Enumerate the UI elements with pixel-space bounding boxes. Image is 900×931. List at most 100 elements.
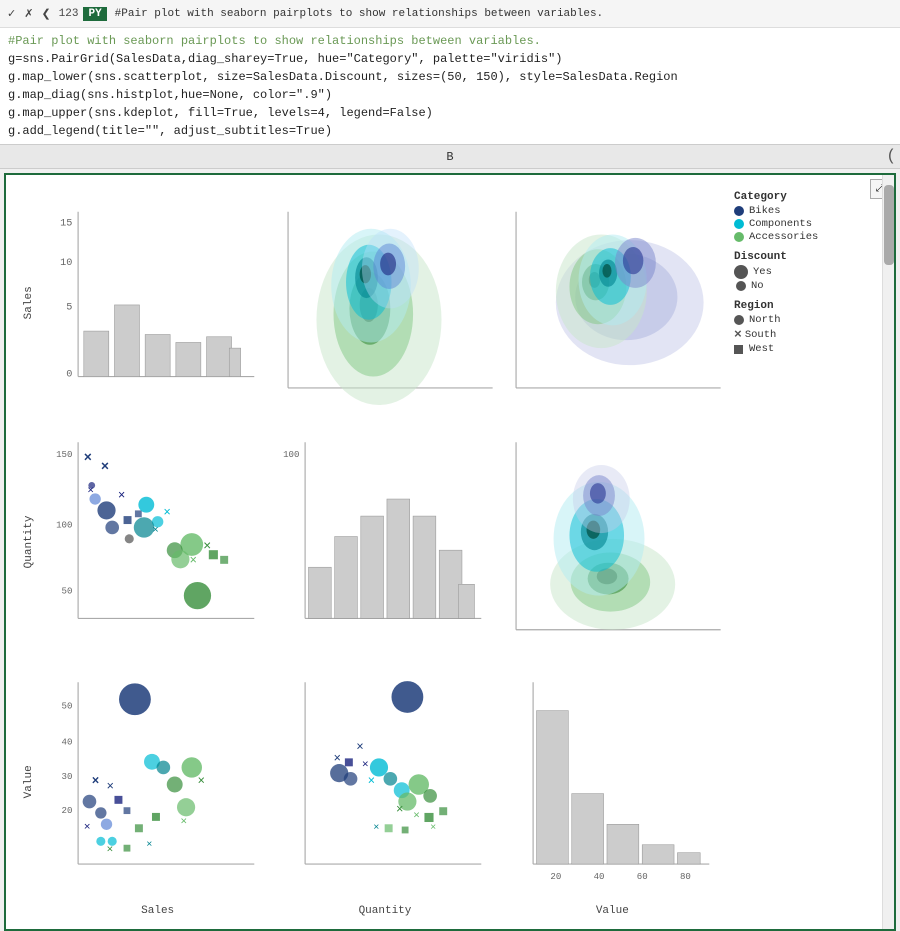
x-label-value: Value (499, 901, 726, 921)
accessories-dot (734, 232, 744, 242)
hist-value: 20 40 60 80 (499, 662, 726, 901)
hist-sales: 15 10 5 0 (44, 183, 271, 422)
kde-r1c3 (499, 183, 726, 422)
code-line-6: g.add_legend(title="", adjust_subtitles=… (8, 122, 892, 140)
west-marker (734, 345, 743, 354)
svg-text:×: × (357, 740, 365, 754)
scatter-r2c1: 150 100 50 × × × × (44, 422, 271, 661)
check-button[interactable]: ✓ (4, 6, 19, 22)
yes-dot (734, 265, 748, 279)
legend-components: Components (734, 218, 878, 230)
legend-west: West (734, 343, 878, 355)
west-label: West (749, 343, 774, 355)
svg-text:10: 10 (60, 257, 72, 269)
code-line-3: g.map_lower(sns.scatterplot, size=SalesD… (8, 68, 892, 86)
legend-region-title: Region (734, 300, 878, 312)
kde-r2c3 (499, 422, 726, 661)
svg-text:×: × (163, 506, 171, 520)
svg-text:50: 50 (62, 586, 73, 597)
svg-text:×: × (84, 822, 91, 834)
code-line-preview: #Pair plot with seaborn pairplots to sho… (115, 8, 603, 20)
svg-text:×: × (101, 461, 109, 476)
svg-text:60: 60 (636, 871, 647, 882)
components-dot (734, 219, 744, 229)
scrollbar-thumb[interactable] (884, 185, 894, 265)
bikes-label: Bikes (749, 205, 781, 217)
svg-text:×: × (430, 822, 436, 834)
code-line-4: g.map_diag(sns.histplot,hue=None, color=… (8, 86, 892, 104)
plot-r3c2: × × × × × × (271, 662, 498, 901)
legend-bikes: Bikes (734, 205, 878, 217)
plot-r3c1: 50 40 30 20 × × × (44, 662, 271, 901)
svg-text:50: 50 (62, 700, 73, 711)
legend-yes: Yes (734, 265, 878, 279)
plot-r2c3 (499, 422, 726, 661)
accessories-label: Accessories (749, 231, 818, 243)
scrollbar[interactable] (882, 175, 894, 929)
svg-text:×: × (152, 525, 159, 537)
plot-grid: Sales 15 10 5 0 (14, 183, 726, 921)
legend-accessories: Accessories (734, 231, 878, 243)
legend-category-title: Category (734, 191, 878, 203)
legend-discount-title: Discount (734, 251, 878, 263)
cell-bar: B ( (0, 145, 900, 169)
svg-text:100: 100 (56, 520, 72, 531)
svg-text:×: × (413, 810, 420, 822)
no-label: No (751, 280, 764, 292)
plot-r1c2 (271, 183, 498, 422)
svg-text:20: 20 (62, 805, 73, 816)
svg-text:×: × (107, 844, 114, 856)
svg-text:80: 80 (680, 871, 691, 882)
code-line-2: g=sns.PairGrid(SalesData,diag_sharey=Tru… (8, 50, 892, 68)
svg-text:×: × (197, 774, 205, 788)
scatter-r3c1: 50 40 30 20 × × × (44, 662, 271, 901)
svg-text:100: 100 (283, 449, 299, 460)
yes-label: Yes (753, 266, 772, 278)
south-label: South (745, 329, 777, 341)
y-label-quantity: Quantity (14, 422, 44, 661)
south-marker: × (734, 327, 742, 342)
svg-text:×: × (374, 822, 380, 834)
plot-r2c2: 100 (271, 422, 498, 661)
plot-r2c1: 150 100 50 × × × × (44, 422, 271, 661)
x-button[interactable]: ✗ (21, 6, 36, 22)
north-dot (734, 315, 744, 325)
y-label-sales: Sales (14, 183, 44, 422)
cell-bar-right-icon[interactable]: ( (886, 147, 896, 165)
output-area: ⤢ Sales 15 10 5 0 (4, 173, 896, 931)
plot-container: Sales 15 10 5 0 (14, 183, 886, 921)
svg-text:0: 0 (66, 369, 72, 381)
bikes-dot (734, 206, 744, 216)
kde-r1c2 (271, 183, 498, 422)
svg-text:5: 5 (66, 301, 72, 313)
x-label-quantity: Quantity (271, 901, 498, 921)
svg-text:15: 15 (60, 217, 72, 229)
svg-text:×: × (368, 774, 376, 788)
plot-r1c3 (499, 183, 726, 422)
legend-area: Category Bikes Components Accessories Di… (726, 183, 886, 921)
svg-text:×: × (84, 452, 92, 467)
svg-text:×: × (146, 839, 152, 851)
hist-quantity: 100 (271, 422, 498, 661)
legend-no: No (734, 280, 878, 292)
toolbar: ✓ ✗ ❮ 123 PY #Pair plot with seaborn pai… (0, 0, 900, 28)
code-block: #Pair plot with seaborn pairplots to sho… (0, 28, 900, 145)
plot-r3c3: 20 40 60 80 (499, 662, 726, 901)
svg-text:×: × (334, 751, 342, 765)
no-dot (736, 281, 746, 291)
x-label-sales: Sales (44, 901, 271, 921)
svg-text:40: 40 (593, 871, 604, 882)
svg-text:×: × (396, 803, 404, 817)
north-label: North (749, 314, 781, 326)
legend-south: × South (734, 327, 878, 342)
code-line-5: g.map_upper(sns.kdeplot, fill=True, leve… (8, 104, 892, 122)
scatter-r3c2: × × × × × × (271, 662, 498, 901)
line-number: 123 (56, 7, 82, 21)
svg-text:×: × (189, 554, 197, 568)
chevron-button[interactable]: ❮ (38, 6, 53, 22)
py-badge: PY (83, 7, 106, 21)
svg-text:40: 40 (62, 736, 73, 747)
legend-north: North (734, 314, 878, 326)
svg-text:×: × (107, 780, 115, 794)
svg-text:×: × (362, 759, 369, 771)
